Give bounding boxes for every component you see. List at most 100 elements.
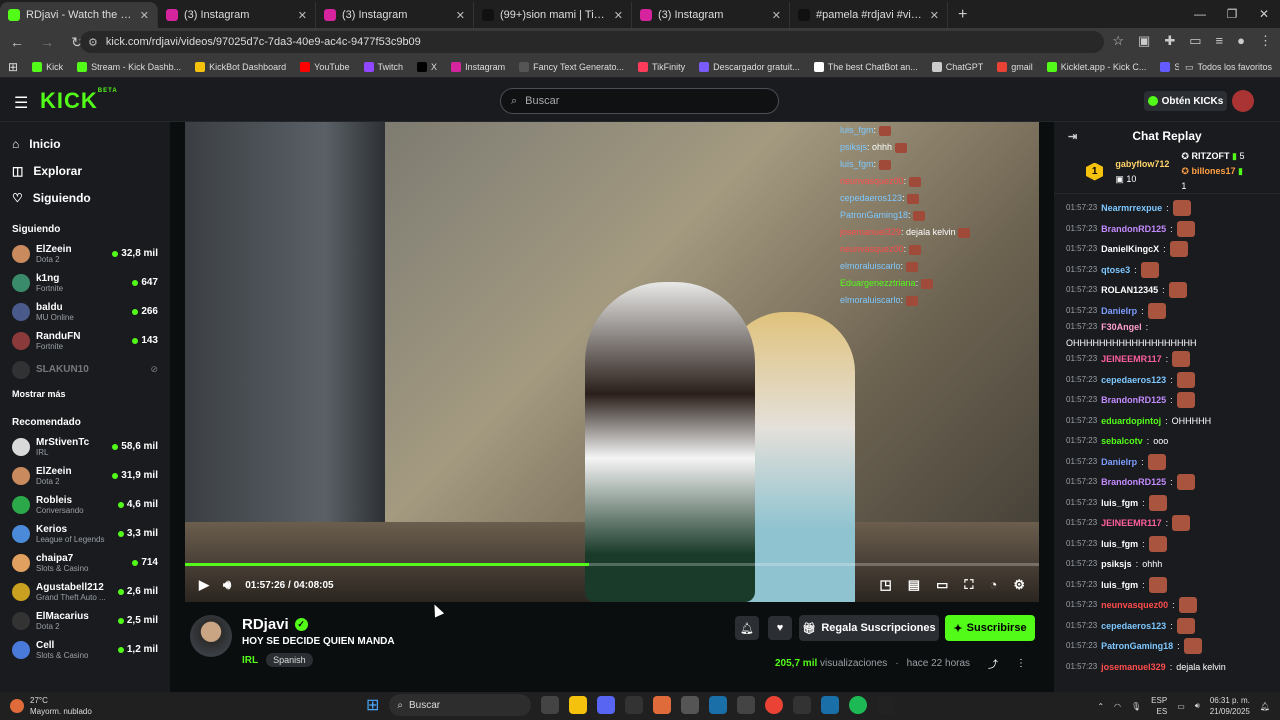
sidebar-nav-inicio[interactable]: ⌂ Inicio [0, 130, 170, 157]
windows-start-icon[interactable]: ⊞ [366, 695, 379, 715]
bookmark-item[interactable]: Kick [32, 61, 63, 72]
volume-icon[interactable]: 🔊︎ [223, 577, 231, 593]
language-indicator[interactable]: ESP ES [1151, 695, 1167, 717]
url-input[interactable]: ⚙ kick.com/rdjavi/videos/97025d7c-7da3-4… [80, 31, 1104, 53]
file-explorer-icon[interactable] [569, 696, 588, 714]
site-info-icon[interactable]: ⚙ [88, 36, 98, 49]
bookmark-item[interactable]: Stream - Kick Dashb... [77, 61, 181, 72]
browser-tab[interactable]: (3) Instagram ✕ [316, 2, 474, 28]
collapse-chat-icon[interactable]: ⇥ [1068, 130, 1077, 143]
pip-icon[interactable]: ▭ [936, 577, 948, 593]
notification-icon[interactable]: 🔔︎ [1260, 702, 1270, 711]
sidebar-channel[interactable]: ElZeein Dota 2 31,9 mil [0, 461, 170, 490]
tab-close-icon[interactable]: ✕ [456, 9, 465, 22]
forward-icon[interactable]: → [38, 34, 56, 50]
message-user[interactable]: PatronGaming18 [1101, 640, 1173, 652]
speaker-icon[interactable]: 🔊︎ [1195, 701, 1200, 711]
search-input[interactable]: ⌕ Buscar [500, 88, 779, 114]
mic-icon[interactable]: 🎙︎ [1131, 702, 1141, 711]
sidebar-channel[interactable]: chaipa7 Slots & Casino 714 [0, 548, 170, 577]
profile-icon[interactable]: ● [1237, 33, 1245, 49]
message-user[interactable]: Danielrp [1101, 305, 1137, 317]
show-more-link[interactable]: Mostrar más [0, 384, 170, 404]
offline-channel[interactable]: SLAKUN10 ⊘ [0, 355, 170, 384]
category-link[interactable]: IRL [242, 655, 258, 666]
speed-icon[interactable]: ◔ [989, 577, 997, 593]
theater-icon[interactable]: ▤ [908, 577, 920, 593]
message-user[interactable]: ROLAN12345 [1101, 284, 1158, 296]
message-user[interactable]: Danielrp [1101, 456, 1137, 468]
get-kicks-button[interactable]: Obtén KICKs [1144, 91, 1227, 111]
bookmark-item[interactable]: Kicklet.app - Kick C... [1046, 61, 1146, 72]
play-icon[interactable]: ▶ [199, 577, 209, 593]
minimize-icon[interactable]: — [1184, 0, 1216, 28]
leader-third[interactable]: ✪ billones17 ▮ 1 [1181, 164, 1248, 194]
close-window-icon[interactable]: ✕ [1248, 0, 1280, 28]
media-icon[interactable]: ≡ [1216, 33, 1224, 49]
bookmark-item[interactable]: KickBot Dashboard [195, 61, 286, 72]
bookmark-item[interactable]: The best ChatBot an... [813, 61, 918, 72]
message-user[interactable]: Nearmrrexpue [1101, 202, 1162, 214]
kick-logo[interactable]: KICKBETA [40, 88, 118, 114]
sidebar-nav-explorar[interactable]: ◫ Explorar [0, 157, 170, 184]
channel-avatar[interactable] [190, 615, 232, 657]
app-icon[interactable] [653, 696, 672, 714]
taskview-icon[interactable] [541, 696, 560, 714]
app-icon[interactable] [737, 696, 756, 714]
message-user[interactable]: cepedaeros123 [1101, 620, 1166, 632]
browser-tab[interactable]: (99+)sion mami | TikTok ✕ [474, 2, 632, 28]
network-icon[interactable]: ▭ [1177, 702, 1185, 711]
sidebar-channel[interactable]: ElZeein Dota 2 32,8 mil [0, 239, 170, 268]
bookmark-star-icon[interactable]: ☆ [1112, 33, 1124, 49]
extension-icon[interactable]: ▣ [1138, 33, 1150, 49]
apps-grid-icon[interactable]: ⊞ [8, 60, 18, 74]
steam-icon[interactable] [709, 696, 728, 714]
restore-icon[interactable]: ❐ [1216, 0, 1248, 28]
menu-dots-icon[interactable]: ⋮ [1259, 33, 1272, 49]
wifi-icon[interactable]: ◠ [1114, 702, 1121, 711]
sidebar-nav-siguiendo[interactable]: ♡ Siguiendo [0, 184, 170, 211]
message-user[interactable]: luis_fgm [1101, 497, 1138, 509]
message-user[interactable]: JEINEEMR117 [1101, 353, 1162, 365]
follow-heart-button[interactable]: ♥ [768, 616, 792, 640]
chrome-icon[interactable] [765, 696, 784, 714]
sidebar-channel[interactable]: MrStivenTc IRL 58,6 mil [0, 432, 170, 461]
fullscreen-icon[interactable]: ⛶ [964, 577, 973, 593]
puzzle-icon[interactable]: ✚ [1164, 33, 1175, 49]
bookmark-item[interactable]: Twitch [363, 61, 403, 72]
app-icon[interactable] [681, 696, 700, 714]
discord-icon[interactable] [597, 696, 616, 714]
taskbar-search[interactable]: ⌕ Buscar [389, 694, 532, 716]
browser-tab[interactable]: (3) Instagram ✕ [158, 2, 316, 28]
language-tag[interactable]: Spanish [266, 653, 313, 667]
channel-name[interactable]: RDjavi ✓ [242, 616, 308, 633]
message-user[interactable]: JEINEEMR117 [1101, 517, 1162, 529]
message-user[interactable]: BrandonRD125 [1101, 394, 1166, 406]
bookmark-item[interactable]: X [417, 61, 437, 72]
all-bookmarks[interactable]: ▭ Todos los favoritos [1178, 56, 1272, 77]
user-avatar[interactable] [1232, 90, 1254, 112]
message-user[interactable]: eduardopintoj [1101, 415, 1161, 427]
message-user[interactable]: psiksjs [1101, 558, 1132, 570]
message-user[interactable]: neunvasquez00 [1101, 599, 1168, 611]
epic-games-icon[interactable] [625, 696, 644, 714]
bookmark-item[interactable]: Descargador gratuit... [699, 61, 800, 72]
video-progress-bar[interactable] [185, 563, 1039, 566]
sidebar-channel[interactable]: Robleis Conversando 4,6 mil [0, 490, 170, 519]
message-user[interactable]: cepedaeros123 [1101, 374, 1166, 386]
tray-chevron-icon[interactable]: ⌃ [1097, 702, 1104, 711]
sidebar-channel[interactable]: Cell Slots & Casino 1,2 mil [0, 635, 170, 664]
tab-close-icon[interactable]: ✕ [772, 9, 781, 22]
tab-close-icon[interactable]: ✕ [614, 9, 623, 22]
cast-icon[interactable]: ▭ [1189, 33, 1201, 49]
tab-close-icon[interactable]: ✕ [298, 9, 307, 22]
browser-tab[interactable]: (3) Instagram ✕ [632, 2, 790, 28]
bookmark-item[interactable]: gmail [997, 61, 1033, 72]
settings-gear-icon[interactable]: ⚙ [1013, 577, 1025, 593]
message-user[interactable]: BrandonRD125 [1101, 223, 1166, 235]
bookmark-item[interactable]: TikFinity [637, 61, 685, 72]
notification-bell-button[interactable]: 🔔︎ [735, 616, 759, 640]
gift-subs-button[interactable]: 🎁︎ Regala Suscripciones [799, 615, 939, 641]
sidebar-channel[interactable]: Agustabell212 Grand Theft Auto ... 2,6 mil [0, 577, 170, 606]
message-user[interactable]: BrandonRD125 [1101, 476, 1166, 488]
